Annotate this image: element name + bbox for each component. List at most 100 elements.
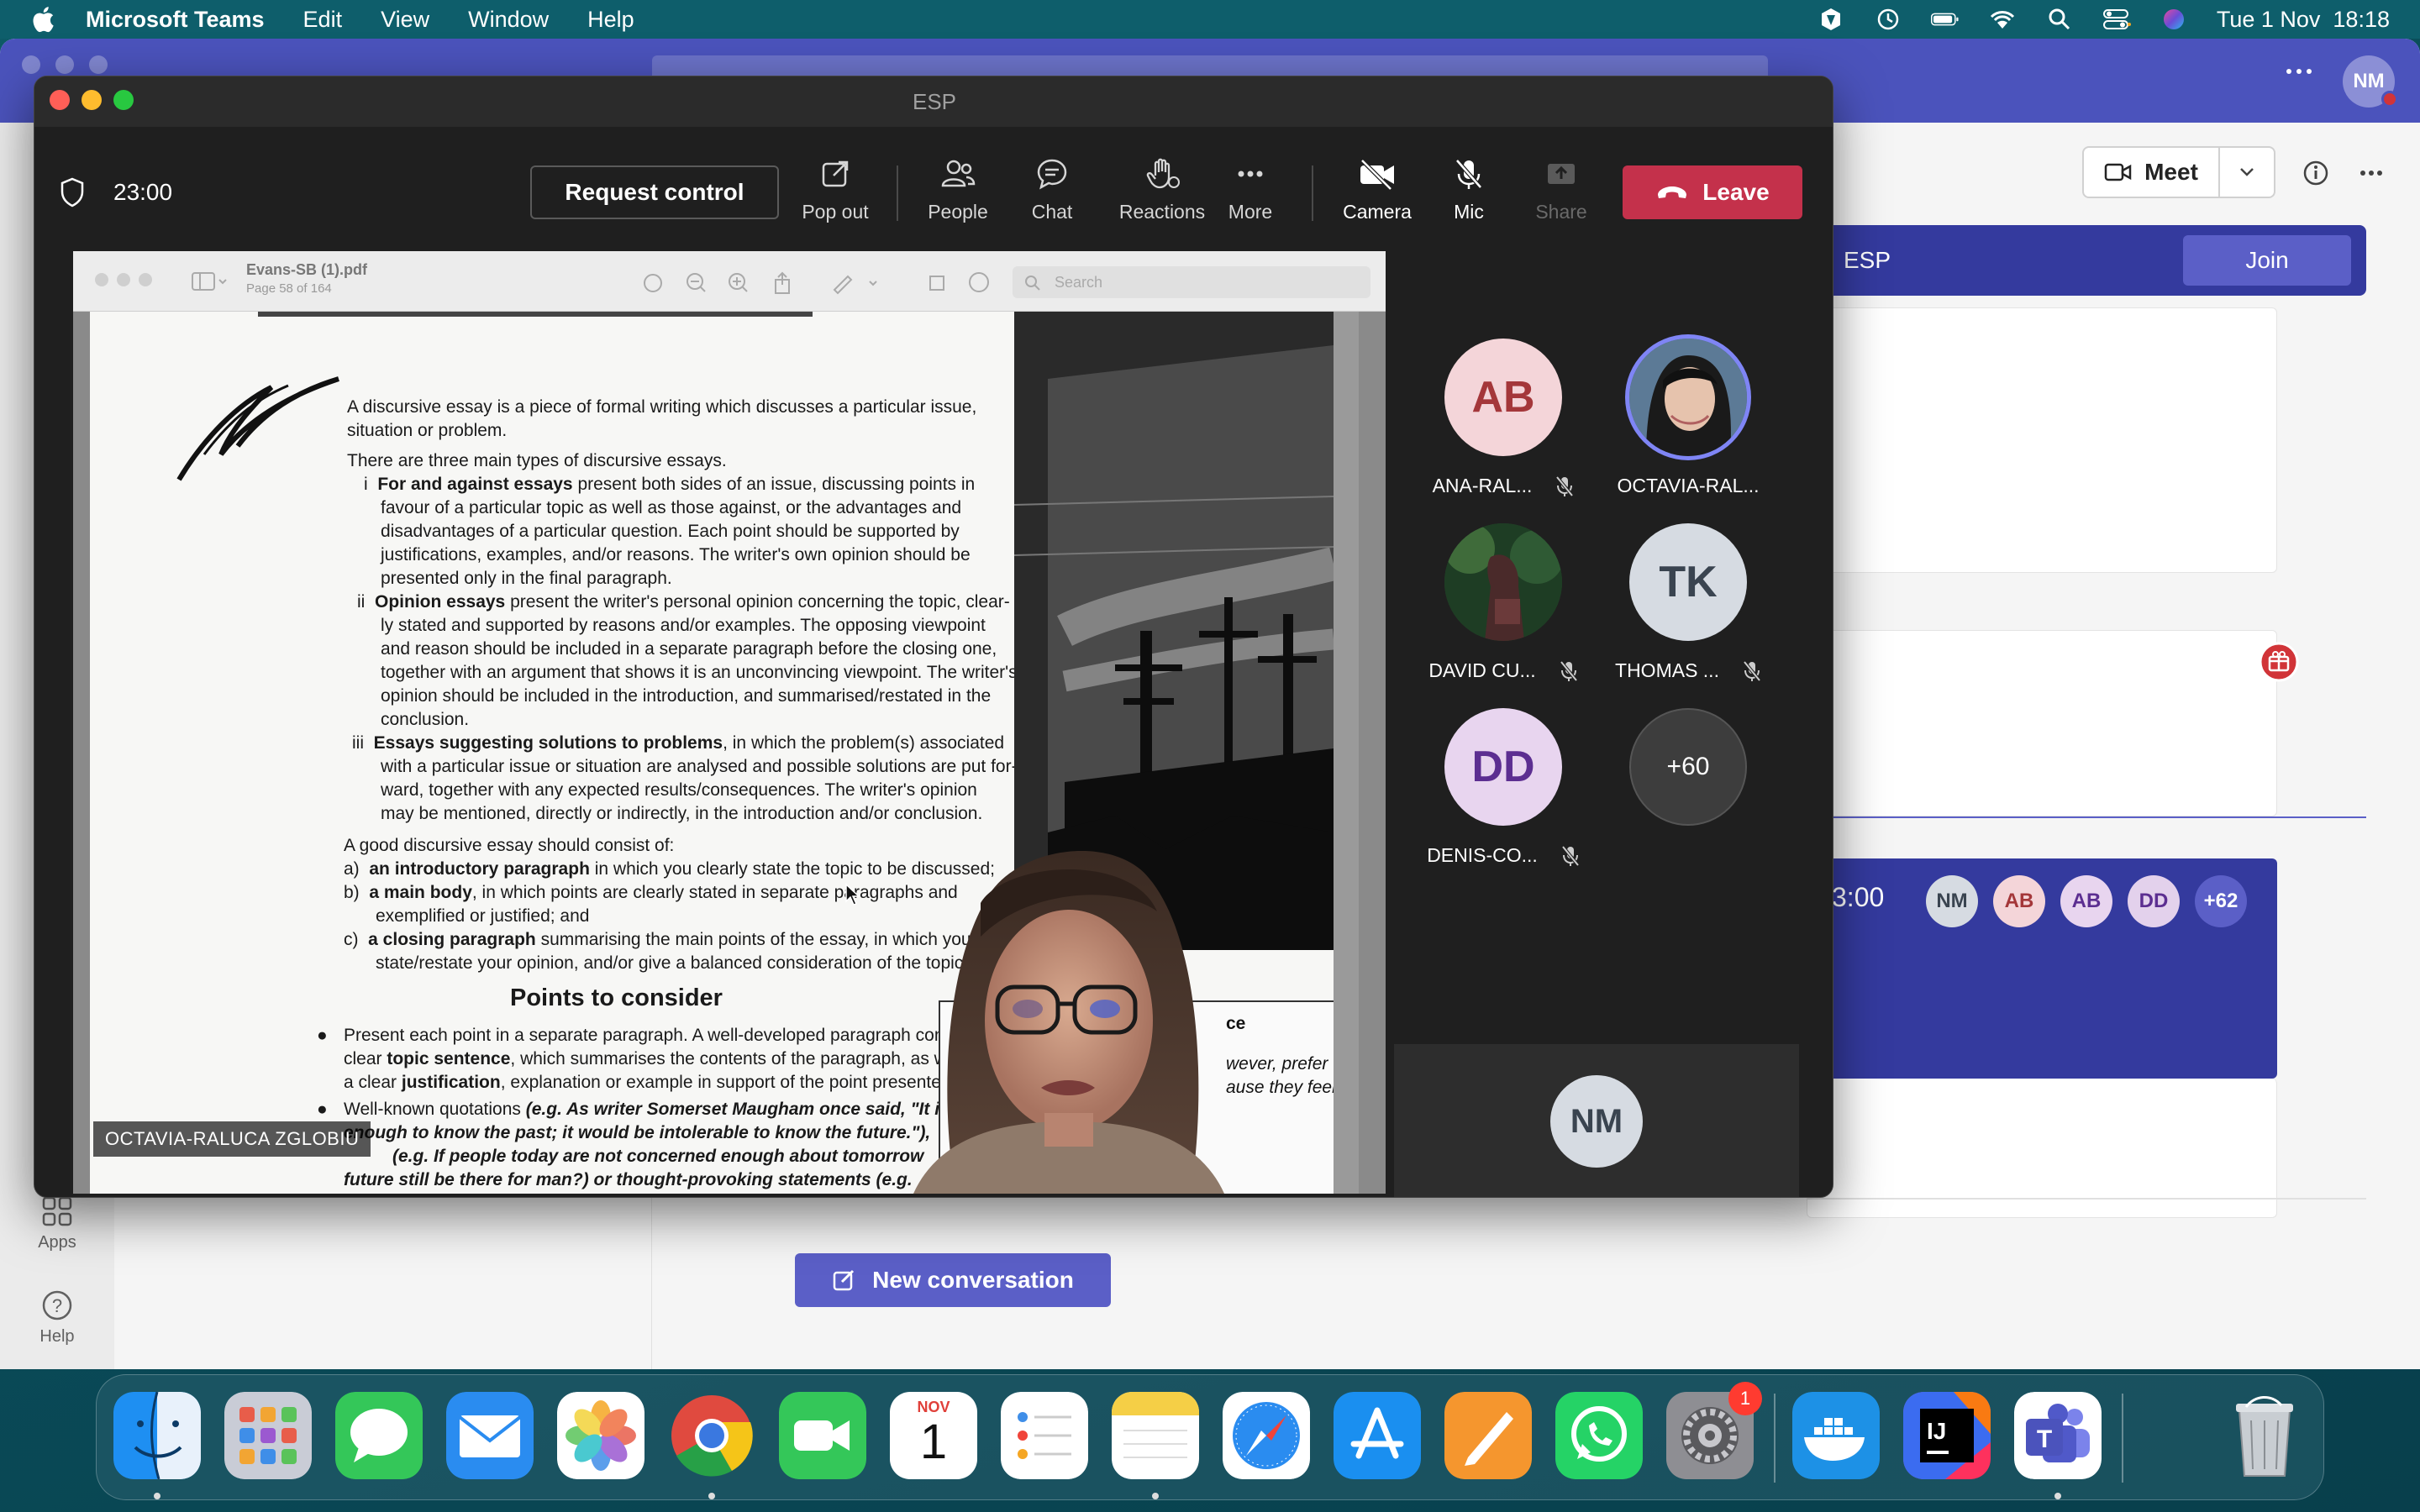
apple-logo-icon[interactable] [30,6,55,33]
chrome-icon[interactable] [668,1392,755,1479]
app-store-icon[interactable] [1334,1392,1421,1479]
participant-tile[interactable]: TK THOMAS ... [1579,523,1797,708]
more-label: More [1228,201,1273,223]
join-button[interactable]: Join [2183,235,2351,286]
photos-icon[interactable] [557,1392,644,1479]
more-participants-tile[interactable]: +60 [1579,708,1797,893]
battery-icon[interactable] [1930,7,1960,32]
close-window-button[interactable] [50,90,70,110]
divider [1807,1198,2366,1200]
participant-tile[interactable]: OCTAVIA-RAL... [1579,339,1797,523]
muted-mic-icon [1555,475,1574,496]
camera-toggle-button[interactable]: Camera [1327,157,1428,223]
minimize-window-button[interactable] [82,90,102,110]
new-conversation-button[interactable]: New conversation [795,1253,1111,1307]
search-icon [1025,276,1040,291]
menu-clock[interactable]: Tue 1 Nov 18:18 [2217,7,2390,33]
whatsapp-icon[interactable] [1555,1392,1643,1479]
compose-icon [833,1269,855,1291]
shared-screen-stage[interactable]: Evans-SB (1).pdf Page 58 of 164 Search A… [73,251,1386,1194]
meeting-card[interactable]: 3:00 NM AB AB DD +62 [1832,858,2277,1079]
doc-line: There are three main types of discursive… [347,451,727,470]
leave-label: Leave [1702,179,1770,205]
trash-icon[interactable] [2221,1392,2308,1479]
more-actions-button[interactable]: More [1204,157,1297,223]
reaction-badge-icon[interactable] [2259,642,2299,682]
notes-icon[interactable] [1112,1392,1199,1479]
facetime-icon[interactable] [779,1392,866,1479]
doc-line: ly stated and supported by reasons and/o… [381,616,986,635]
running-indicator [154,1493,160,1499]
doc-line: opinion should be included in the introd… [381,686,992,706]
pdf-search-field[interactable]: Search [1013,266,1370,298]
speaker-video-overlay [880,836,1249,1194]
meet-button[interactable]: Meet [2082,146,2220,198]
status-app-icon[interactable] [1817,7,1845,32]
intellij-idea-icon[interactable]: IJ [1903,1392,1991,1479]
participant-name: ANA-RAL... [1432,475,1533,496]
calendar-icon[interactable]: NOV 1 [890,1392,977,1479]
docker-icon[interactable] [1792,1392,1880,1479]
muted-mic-icon [1561,845,1580,866]
pop-out-button[interactable]: Pop out [789,157,881,223]
menu-view[interactable]: View [381,7,429,33]
participant-name: THOMAS ... [1615,659,1719,681]
participant-avatar: DD [1444,708,1562,826]
doc-bullet: ● [317,1026,328,1045]
running-indicator [1152,1493,1159,1499]
menu-app-name[interactable]: Microsoft Teams [86,7,265,33]
rail-apps-label: Apps [38,1233,76,1252]
share-button[interactable]: Share [1515,157,1607,223]
running-indicator [708,1493,715,1499]
people-icon [941,160,976,187]
safari-icon[interactable] [1223,1392,1310,1479]
chat-button[interactable]: Chat [1006,157,1098,223]
wifi-icon[interactable] [1988,7,2017,32]
attendee-avatar: AB [1993,875,2045,927]
camera-label: Camera [1343,201,1412,223]
mail-icon[interactable] [446,1392,534,1479]
meet-dropdown[interactable] [2218,146,2275,198]
status-busy-icon [2381,91,2398,108]
video-camera-icon [2104,163,2132,181]
info-icon[interactable] [2302,160,2329,186]
header-more-icon[interactable] [2360,170,2383,176]
finder-icon[interactable] [113,1392,201,1479]
launchpad-icon[interactable] [224,1392,312,1479]
pdf-document-text: A discursive essay is a piece of formal … [90,312,1018,1194]
messages-icon[interactable] [335,1392,423,1479]
running-indicator [2054,1493,2061,1499]
pages-icon[interactable] [1444,1392,1532,1479]
participant-avatar-photo [1444,523,1562,641]
participant-avatar: TK [1629,523,1747,641]
divider [1807,816,2366,818]
meeting-title-bar: ESP [34,76,1833,127]
reactions-button[interactable]: Reactions [1103,157,1221,223]
system-preferences-button[interactable]: 1 [1666,1382,1762,1479]
menu-help[interactable]: Help [587,7,634,33]
microsoft-teams-icon[interactable]: T [2014,1392,2102,1479]
doc-line: conclusion. [381,710,470,729]
hang-up-icon [1658,186,1687,198]
self-view-tile[interactable]: NM [1394,1044,1799,1197]
reactions-label: Reactions [1118,201,1206,223]
spotlight-search-icon[interactable] [2045,7,2074,32]
rail-help[interactable]: ? Help [20,1289,94,1347]
maximize-window-button[interactable] [113,90,134,110]
pop-out-icon [822,160,849,187]
reminders-icon[interactable] [1001,1392,1088,1479]
doc-line: situation or problem. [347,421,508,440]
time-machine-icon[interactable] [1874,7,1902,32]
control-center-icon[interactable] [2102,7,2131,32]
siri-icon[interactable] [2160,7,2188,32]
people-button[interactable]: People [912,157,1004,223]
menu-window[interactable]: Window [468,7,549,33]
doc-line: c) a closing paragraph summarising the m… [344,930,971,949]
rail-apps[interactable]: Apps [20,1194,94,1252]
mouse-cursor-icon [845,883,860,906]
request-control-button[interactable]: Request control [530,165,779,219]
mic-toggle-button[interactable]: Mic [1423,157,1515,223]
menu-edit[interactable]: Edit [303,7,343,33]
more-options-icon[interactable] [2286,67,2312,76]
leave-button[interactable]: Leave [1623,165,1802,219]
